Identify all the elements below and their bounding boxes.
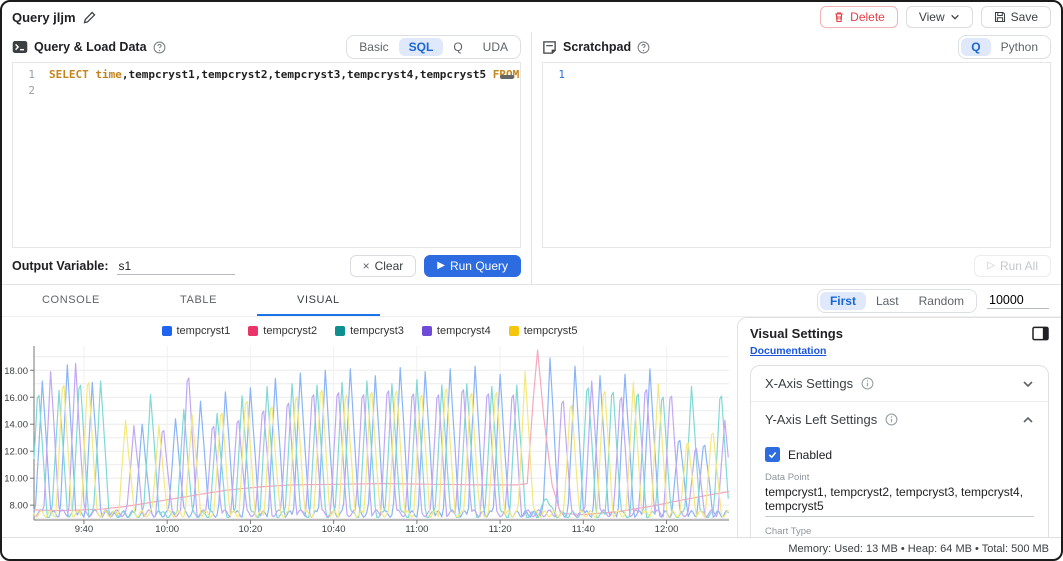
- page-title: Query jljm: [12, 10, 76, 25]
- sql-editor-gutter: 1 2: [13, 63, 41, 247]
- enabled-checkbox-row[interactable]: Enabled: [765, 447, 1034, 462]
- tab-uda[interactable]: UDA: [473, 38, 518, 56]
- content-row: tempcryst1 tempcryst2 tempcryst3 tempcry…: [2, 317, 1061, 537]
- svg-text:16.00: 16.00: [4, 393, 28, 404]
- legend-swatch: [335, 326, 345, 336]
- legend-item[interactable]: tempcryst1: [162, 325, 231, 337]
- tab-sql[interactable]: SQL: [399, 38, 444, 56]
- tab-scratchpad-q[interactable]: Q: [961, 38, 990, 56]
- help-icon[interactable]: [637, 41, 650, 54]
- scratchpad-editor[interactable]: 1: [542, 62, 1051, 248]
- legend-swatch: [162, 326, 172, 336]
- legend-swatch: [248, 326, 258, 336]
- svg-text:11:40: 11:40: [572, 524, 595, 535]
- sample-count-input[interactable]: [987, 292, 1049, 309]
- terminal-icon: [12, 40, 28, 54]
- sample-first[interactable]: First: [820, 292, 866, 310]
- chart-area: tempcryst1 tempcryst2 tempcryst3 tempcry…: [2, 317, 737, 537]
- legend-item[interactable]: tempcryst3: [335, 325, 404, 337]
- run-all-button[interactable]: ▷ Run All: [974, 255, 1051, 277]
- legend-item[interactable]: tempcryst4: [422, 325, 491, 337]
- run-query-button[interactable]: ▶ Run Query: [424, 255, 521, 277]
- svg-text:8.00: 8.00: [10, 501, 29, 512]
- sql-code-line[interactable]: SELECT time,tempcryst1,tempcryst2,tempcr…: [41, 63, 521, 247]
- results-bar: CONSOLE TABLE VISUAL First Last Random: [2, 285, 1061, 317]
- header: Query jljm Delete View: [2, 2, 1061, 32]
- chart-legend: tempcryst1 tempcryst2 tempcryst3 tempcry…: [2, 317, 737, 341]
- documentation-link[interactable]: Documentation: [750, 345, 826, 357]
- info-icon[interactable]: [861, 377, 874, 390]
- legend-item[interactable]: tempcryst2: [248, 325, 317, 337]
- tab-python[interactable]: Python: [991, 38, 1048, 56]
- collapse-panel-icon[interactable]: [1032, 326, 1049, 341]
- query-language-tabs: Basic SQL Q UDA: [346, 35, 521, 59]
- x-axis-settings-row[interactable]: X-Axis Settings: [751, 366, 1048, 401]
- svg-text:14.00: 14.00: [4, 420, 28, 431]
- visual-settings-panel: Visual Settings Documentation X-Axis Set…: [737, 317, 1061, 537]
- scratchpad-pane: Scratchpad Q Python 1 ▷: [532, 32, 1061, 284]
- help-icon[interactable]: [153, 41, 166, 54]
- query-pane-title: Query & Load Data: [34, 40, 147, 54]
- legend-swatch: [422, 326, 432, 336]
- scratchpad-editor-gutter: 1: [543, 63, 571, 247]
- top-section: Query & Load Data Basic SQL Q UDA 1 2: [2, 32, 1061, 284]
- svg-text:12:00: 12:00: [655, 524, 679, 535]
- chevron-up-icon: [1022, 414, 1034, 426]
- output-variable-input[interactable]: [117, 258, 235, 275]
- chart-svg[interactable]: 8.00 10.00 12.00 14.00 16.00 18.00 9:40 10:00 10…: [2, 341, 737, 537]
- save-icon: [994, 11, 1006, 23]
- svg-text:10:00: 10:00: [155, 524, 179, 535]
- legend-swatch: [509, 326, 519, 336]
- save-button[interactable]: Save: [981, 6, 1051, 28]
- sample-mode-tabs: First Last Random: [817, 289, 977, 313]
- tab-console[interactable]: CONSOLE: [2, 285, 140, 316]
- clear-button[interactable]: × Clear: [350, 255, 417, 277]
- play-icon: ▶: [437, 261, 445, 271]
- legend-item[interactable]: tempcryst5: [509, 325, 578, 337]
- sql-editor[interactable]: 1 2 SELECT time,tempcryst1,tempcryst2,te…: [12, 62, 521, 248]
- svg-text:11:00: 11:00: [405, 524, 428, 535]
- svg-text:9:40: 9:40: [75, 524, 94, 535]
- output-variable-label: Output Variable:: [12, 259, 109, 273]
- memory-status: Memory: Used: 13 MB • Heap: 64 MB • Tota…: [788, 543, 1049, 555]
- svg-text:18.00: 18.00: [4, 366, 28, 377]
- data-point-field: Data Point tempcryst1, tempcryst2, tempc…: [765, 472, 1034, 517]
- scratchpad-language-tabs: Q Python: [958, 35, 1051, 59]
- tab-q[interactable]: Q: [443, 38, 472, 56]
- chart-type-field: Chart Type Line: [765, 526, 1034, 537]
- tab-table[interactable]: TABLE: [140, 285, 257, 316]
- tab-visual[interactable]: VISUAL: [257, 285, 380, 316]
- view-button[interactable]: View: [906, 6, 973, 28]
- scratchpad-icon: [542, 40, 557, 55]
- svg-text:10:40: 10:40: [322, 524, 346, 535]
- trash-icon: [833, 11, 845, 23]
- scratchpad-code-line[interactable]: [571, 63, 1050, 247]
- app-window: Query jljm Delete View: [0, 0, 1063, 561]
- visual-settings-title: Visual Settings: [750, 326, 843, 341]
- editor-scrollbar[interactable]: [500, 75, 514, 79]
- chevron-down-icon: [950, 12, 960, 22]
- axis-settings-card: X-Axis Settings Y-Axis Left Settings: [750, 365, 1049, 537]
- svg-text:12.00: 12.00: [4, 447, 28, 458]
- sample-last[interactable]: Last: [866, 292, 909, 310]
- edit-title-icon[interactable]: [83, 11, 96, 24]
- tab-basic[interactable]: Basic: [349, 38, 398, 56]
- delete-button[interactable]: Delete: [820, 6, 898, 28]
- sample-random[interactable]: Random: [909, 292, 974, 310]
- svg-text:11:20: 11:20: [489, 524, 512, 535]
- y-axis-left-settings-row[interactable]: Y-Axis Left Settings: [751, 402, 1048, 437]
- svg-text:10:20: 10:20: [239, 524, 263, 535]
- chevron-down-icon: [1022, 378, 1034, 390]
- close-icon: ×: [363, 260, 370, 272]
- info-icon[interactable]: [885, 413, 898, 426]
- play-outline-icon: ▷: [987, 261, 995, 271]
- data-point-input[interactable]: tempcryst1, tempcryst2, tempcryst3, temp…: [765, 485, 1034, 517]
- status-bar: Memory: Used: 13 MB • Heap: 64 MB • Tota…: [2, 537, 1061, 559]
- svg-text:10.00: 10.00: [4, 474, 28, 485]
- query-pane: Query & Load Data Basic SQL Q UDA 1 2: [2, 32, 531, 284]
- checkbox-checked-icon[interactable]: [765, 447, 780, 462]
- scratchpad-title: Scratchpad: [563, 40, 631, 54]
